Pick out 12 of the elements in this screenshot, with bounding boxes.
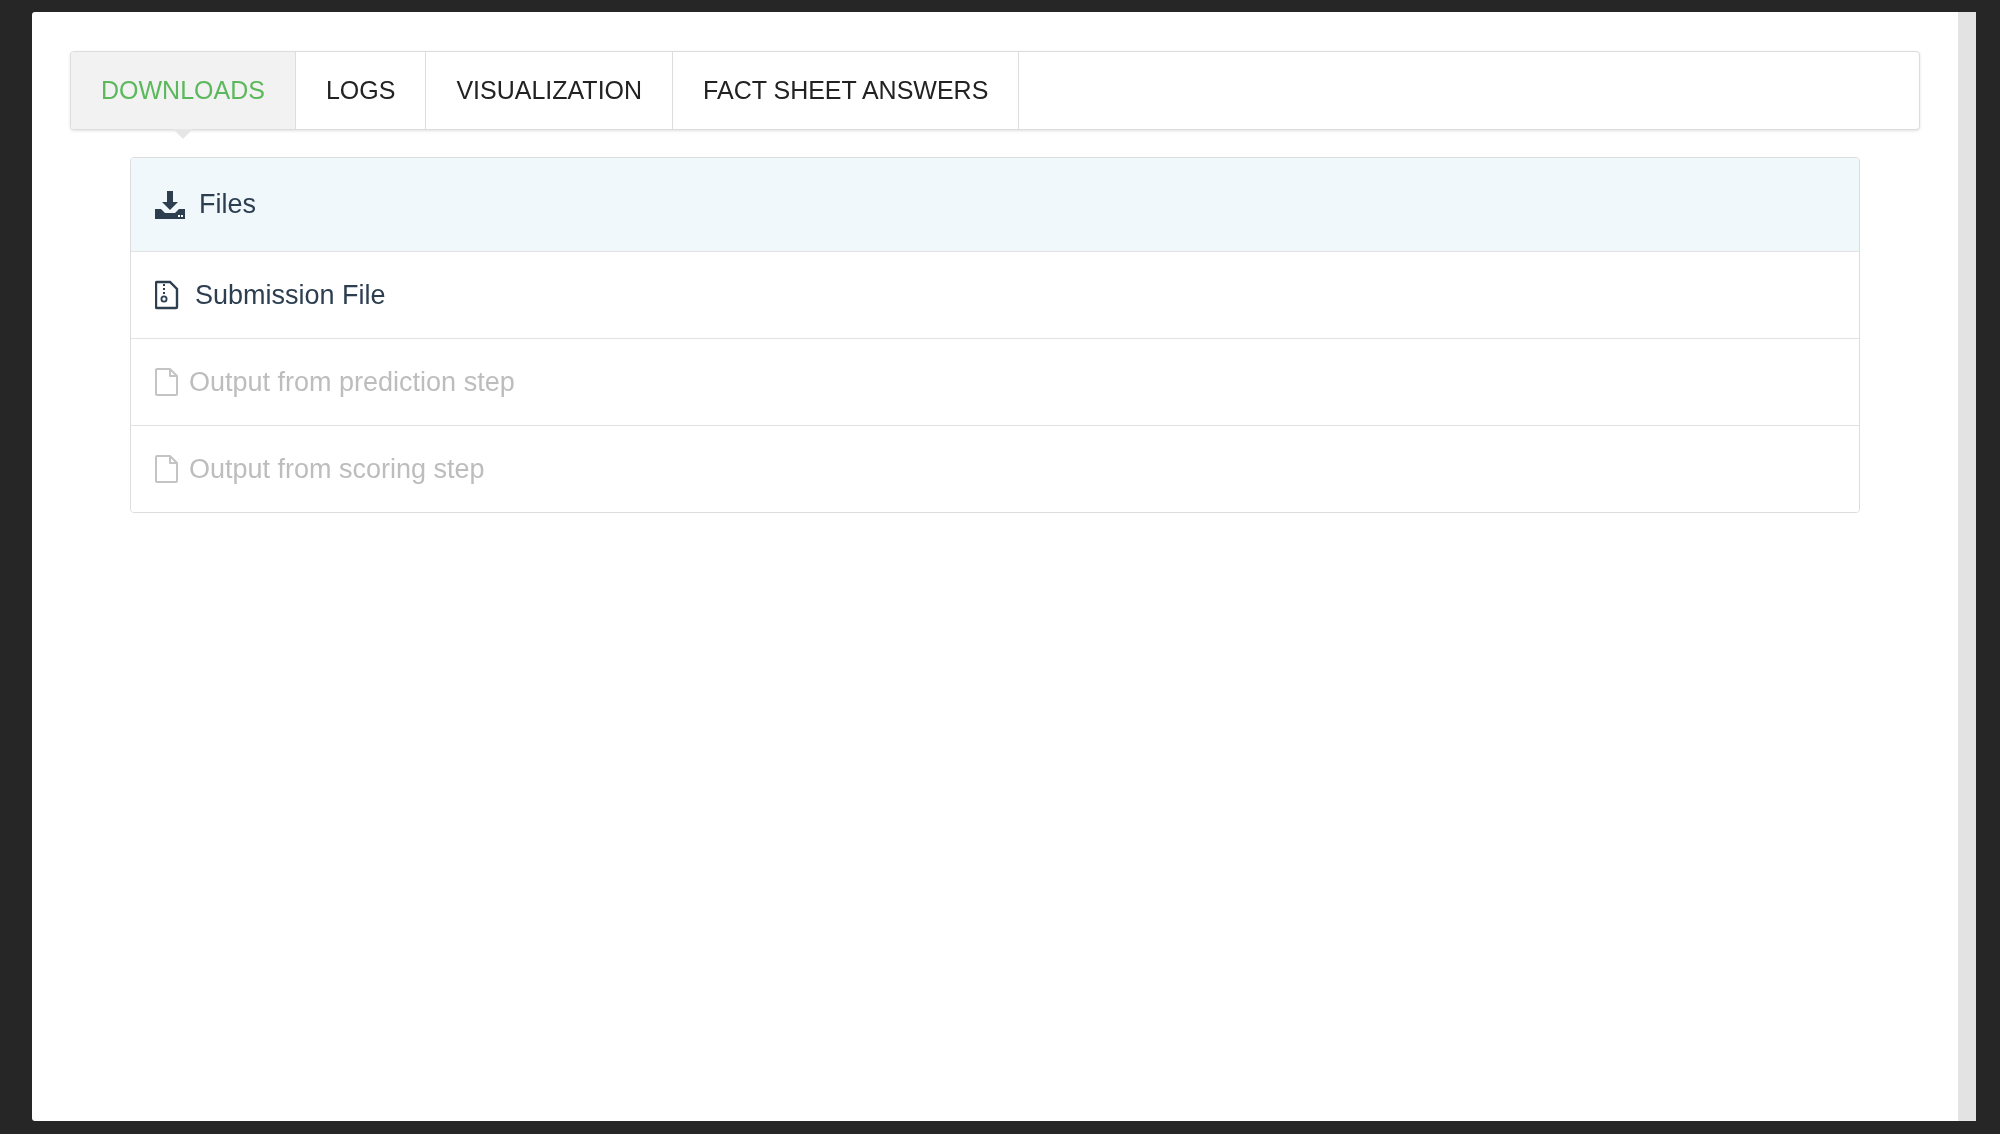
download-icon	[155, 189, 185, 220]
tab[interactable]: FACT SHEET ANSWERS	[673, 52, 1020, 129]
zip-file-icon	[155, 280, 179, 310]
file-icon	[155, 367, 179, 397]
tab[interactable]: VISUALIZATION	[426, 52, 674, 129]
download-link: Output from prediction step	[189, 366, 515, 398]
tab[interactable]: LOGS	[295, 52, 427, 129]
download-link: Output from scoring step	[189, 453, 485, 485]
file-icon	[155, 454, 179, 484]
download-link[interactable]: Submission File	[195, 279, 386, 311]
scrollbar[interactable]	[1958, 12, 1976, 1121]
panel-heading: Files	[199, 189, 256, 220]
